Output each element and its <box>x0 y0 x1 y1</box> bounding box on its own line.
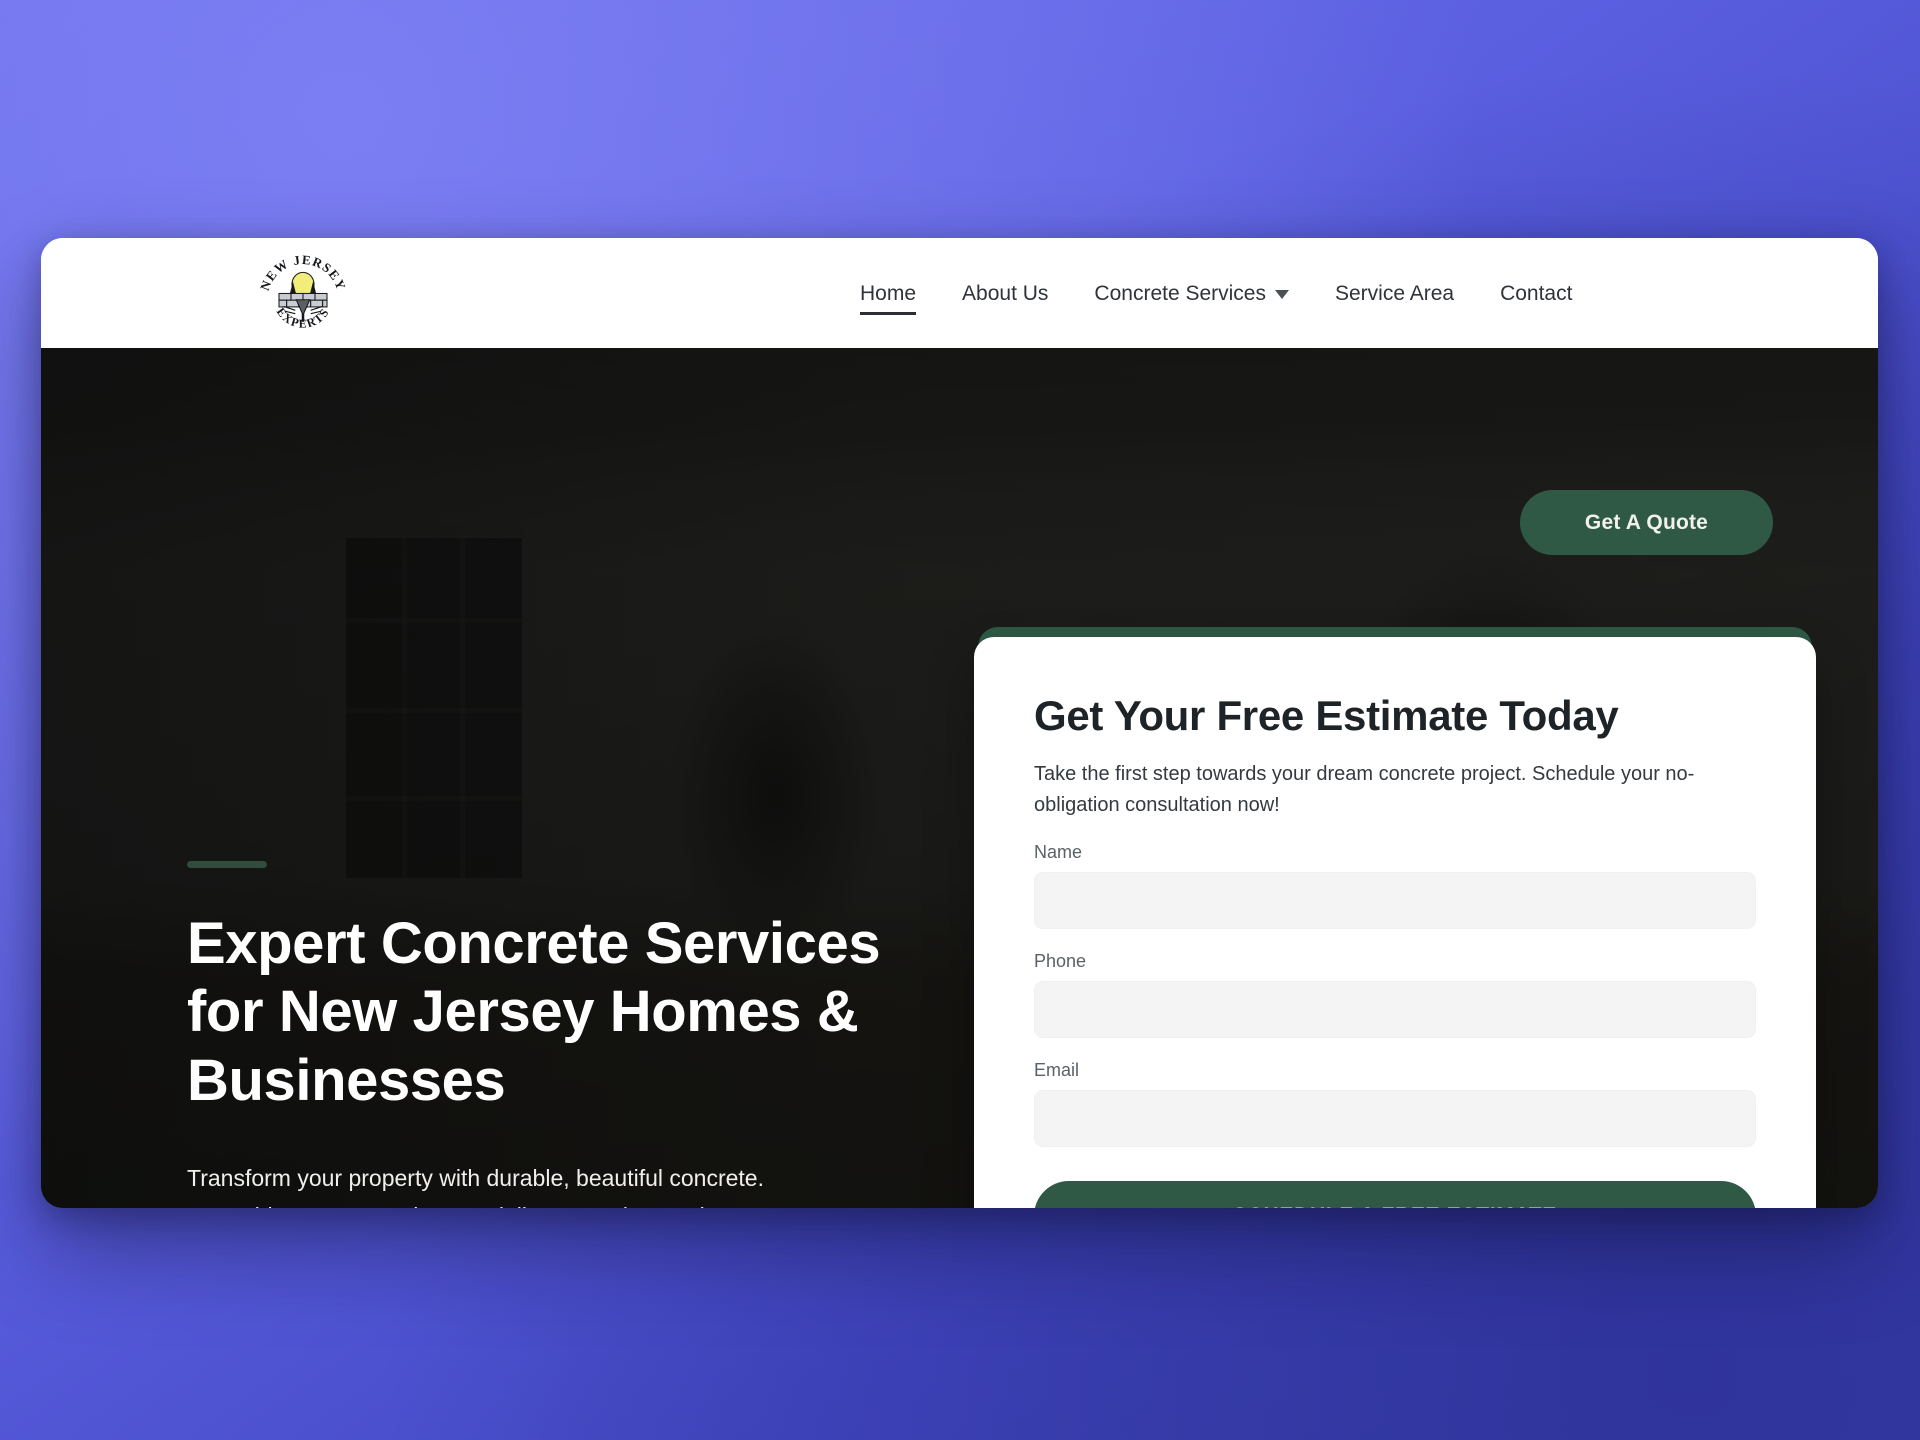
nav-item-label: Home <box>860 281 917 305</box>
hero-title: Expert Concrete Services for New Jersey … <box>187 911 881 1113</box>
field-email: Email <box>1034 1060 1756 1147</box>
email-input[interactable] <box>1034 1089 1756 1147</box>
desktop-background: NEW JERSEY EXPERTS Home About Us Concret… <box>0 0 1920 1440</box>
nav-item-label: Concrete Services <box>1094 281 1266 305</box>
field-name: Name <box>1034 842 1756 929</box>
estimate-form-card: Get Your Free Estimate Today Take the fi… <box>974 637 1816 1208</box>
primary-navigation: Home About Us Concrete Services Service … <box>837 238 1595 348</box>
nav-item-label: About Us <box>962 281 1049 305</box>
chevron-down-icon <box>1275 289 1289 299</box>
browser-window: NEW JERSEY EXPERTS Home About Us Concret… <box>41 238 1878 1208</box>
nav-item-concrete-services[interactable]: Concrete Services <box>1071 283 1312 304</box>
form-title: Get Your Free Estimate Today <box>1034 692 1619 739</box>
form-subtitle: Take the first step towards your dream c… <box>1034 763 1695 816</box>
field-phone: Phone <box>1034 951 1756 1038</box>
email-label: Email <box>1034 1059 1080 1080</box>
schedule-free-estimate-button[interactable]: SCHEDULE A FREE ESTIMATE <box>1034 1180 1756 1208</box>
nav-item-about-us[interactable]: About Us <box>939 283 1071 304</box>
phone-label: Phone <box>1034 950 1087 971</box>
phone-input[interactable] <box>1034 980 1756 1038</box>
get-a-quote-button[interactable]: Get A Quote <box>1520 490 1773 555</box>
nj-experts-badge-logo-icon: NEW JERSEY EXPERTS <box>257 252 348 331</box>
nav-item-label: Service Area <box>1335 281 1455 305</box>
nav-item-service-area[interactable]: Service Area <box>1312 283 1477 304</box>
site-logo[interactable]: NEW JERSEY EXPERTS <box>255 245 351 341</box>
site-header: NEW JERSEY EXPERTS Home About Us Concret… <box>41 238 1878 348</box>
nav-item-contact[interactable]: Contact <box>1477 283 1595 304</box>
nav-item-label: Contact <box>1500 281 1573 305</box>
nav-item-home[interactable]: Home <box>837 281 939 315</box>
hero-subtitle: Transform your property with durable, be… <box>187 1165 764 1208</box>
hero-accent-bar <box>187 861 267 868</box>
name-label: Name <box>1034 841 1083 862</box>
name-input[interactable] <box>1034 871 1756 929</box>
